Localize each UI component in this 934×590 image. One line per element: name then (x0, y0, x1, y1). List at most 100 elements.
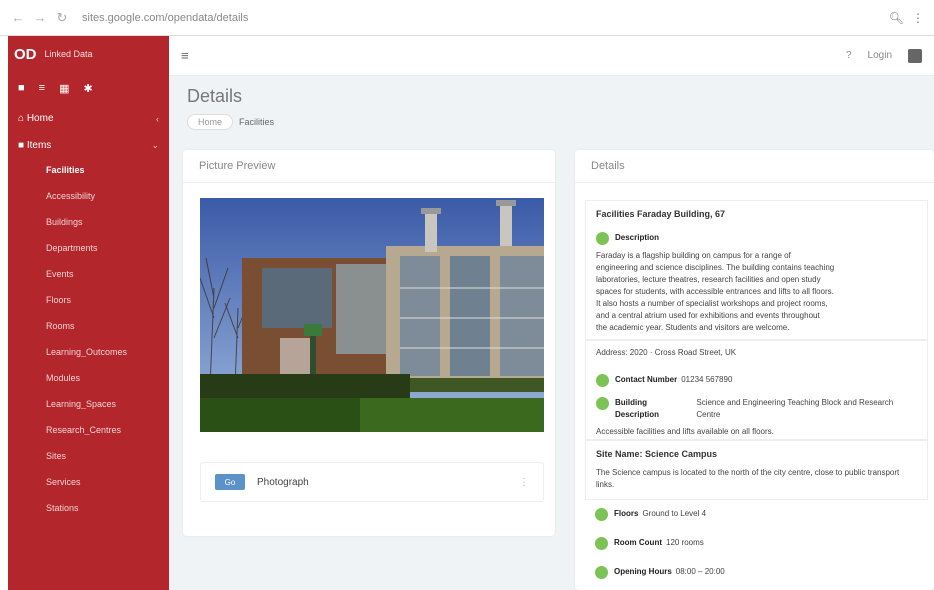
sidebar-item[interactable]: Learning_Spaces (8, 393, 169, 419)
details-badges: Floors Ground to Level 4 Room Count 120 roo… (585, 500, 928, 590)
badge-label: Room Count (614, 538, 662, 547)
badge-label: Opening Hours (614, 567, 672, 576)
user-icon[interactable] (908, 48, 922, 63)
go-button[interactable]: Go (215, 474, 245, 490)
sidebar-item[interactable]: Departments (8, 237, 169, 263)
sidebar-item[interactable]: Services (8, 471, 169, 497)
green-dot-icon (595, 537, 608, 550)
more-icon[interactable]: ⋮ (912, 11, 924, 25)
breadcrumb-current: Facilities (239, 117, 275, 127)
sidebar-item[interactable]: Rooms (8, 315, 169, 341)
description-text: Faraday is a flagship building on campus… (586, 250, 927, 334)
details-panel: Details Facilities Faraday Building, 67 … (575, 150, 934, 590)
chevron-down-icon: ⌄ (151, 140, 159, 150)
sidebar-item[interactable]: Learning_Outcomes (8, 341, 169, 367)
detail-row-label: Contact Number (615, 375, 678, 384)
breadcrumb-home[interactable]: Home (187, 114, 234, 130)
brand[interactable]: OD Linked Data (8, 36, 169, 72)
details-card-address: Address: 2020 · Cross Road Street, UK Co… (585, 340, 928, 440)
sidebar-quick-icons: ■ ≡ ▦ ✱ (8, 72, 169, 105)
sidebar-section-items[interactable]: ■ Items ⌄ (8, 132, 169, 159)
login-button[interactable]: Login (868, 50, 892, 61)
green-dot-icon (596, 232, 609, 245)
badge-text: 08:00 – 20:00 (675, 567, 725, 576)
green-dot-icon (595, 508, 608, 521)
chevron-left-icon: ‹ (156, 113, 159, 124)
facility-title: Facilities Faraday Building, 67 (596, 209, 726, 219)
more-options-icon[interactable]: ⋮ (519, 477, 529, 488)
menu-icon[interactable]: ≡ (181, 48, 189, 63)
details-card-site: Site Name: Science Campus The Science ca… (585, 440, 928, 500)
top-bar: ≡ ? Login (169, 36, 934, 76)
detail-row: Building Description Science and Engineer… (586, 392, 927, 426)
description-row: Description (586, 227, 927, 250)
sidebar-item[interactable]: Floors (8, 289, 169, 315)
badge-row: Room Count 120 rooms (585, 529, 928, 558)
page-title: Details (187, 86, 243, 106)
sidebar-home-label: Home (26, 113, 54, 124)
sidebar-item-home[interactable]: ⌂ Home ‹ (8, 105, 169, 132)
picture-footer: Go Photograph ⋮ (200, 462, 544, 502)
green-dot-icon (596, 374, 609, 387)
picture-panel: Picture Preview Go Photograph ⋮ (183, 150, 555, 536)
badge-row: Floors Ground to Level 4 (585, 500, 928, 529)
settings-icon[interactable]: ✱ (83, 82, 92, 95)
home-icon[interactable]: ■ (18, 82, 25, 95)
back-icon[interactable]: ← (10, 10, 26, 26)
forward-icon[interactable]: → (32, 10, 48, 26)
site-title: Site Name: Science Campus (596, 449, 718, 459)
badge-list: Floors Ground to Level 4 Room Count 120 roo… (585, 500, 928, 587)
main-content: Details Home Facilities Picture Preview (169, 76, 934, 590)
description-line: laboratories, lecture theatres, research… (596, 275, 821, 284)
description-label: Description (615, 233, 660, 242)
home-nav-icon: ⌂ (18, 113, 27, 124)
detail-row-label: Building Description (615, 398, 660, 419)
site-text: The Science campus is located to the nor… (586, 467, 927, 491)
sidebar-item[interactable]: Facilities (8, 159, 169, 185)
address-bar[interactable]: sites.google.com/opendata/details (82, 12, 889, 24)
description-line: the academic year. Students and visitors… (596, 323, 790, 332)
site-line: The Science campus is located to the nor… (596, 468, 900, 477)
description-line: and a central atrium used for exhibition… (596, 311, 820, 320)
topbar-actions: ? Login (846, 48, 922, 63)
detail-row: Contact Number 01234 567890 (586, 369, 927, 392)
description-line: It also hosts a number of specialist wor… (596, 299, 828, 308)
sidebar-item[interactable]: Research_Centres (8, 419, 169, 445)
address-tail: Accessible facilities and lifts availabl… (596, 427, 774, 436)
grid-icon[interactable]: ▦ (59, 82, 69, 95)
browser-actions: 🔍︎ ⋮ (889, 11, 924, 25)
photo-label: Photograph (257, 476, 309, 488)
green-dot-icon (595, 566, 608, 579)
brand-logo: OD (14, 45, 37, 63)
sidebar: OD Linked Data ■ ≡ ▦ ✱ ⌂ Home ‹ ■ Items … (8, 36, 169, 590)
sidebar-item[interactable]: Accessibility (8, 185, 169, 211)
help-button[interactable]: ? (846, 50, 852, 61)
badge-text: Ground to Level 4 (642, 509, 707, 518)
list-icon[interactable]: ≡ (39, 82, 45, 95)
folder-icon: ■ (18, 140, 27, 151)
reload-icon[interactable]: ↻ (54, 10, 70, 26)
green-dot-icon (596, 397, 609, 410)
badge-text: 120 rooms (666, 538, 704, 547)
sidebar-item[interactable]: Modules (8, 367, 169, 393)
building-photo (200, 198, 544, 432)
address-rows: Contact Number 01234 567890 Building Descr… (586, 369, 927, 426)
breadcrumb: Home Facilities (187, 114, 274, 130)
address-text: Address: 2020 · Cross Road Street, UK (596, 348, 737, 357)
search-icon[interactable]: 🔍︎ (889, 11, 904, 25)
details-card-facility: Facilities Faraday Building, 67 Descript… (585, 200, 928, 340)
sidebar-item[interactable]: Stations (8, 497, 169, 523)
detail-row-text: 01234 567890 (681, 375, 733, 384)
sidebar-section-label: Items (26, 140, 52, 151)
badge-row: Opening Hours 08:00 – 20:00 (585, 558, 928, 587)
picture-panel-heading: Picture Preview (183, 150, 555, 183)
sidebar-item[interactable]: Sites (8, 445, 169, 471)
sidebar-item[interactable]: Buildings (8, 211, 169, 237)
site-line: links. (596, 480, 615, 489)
description-line: spaces for students, with accessible ent… (596, 287, 834, 296)
sidebar-item[interactable]: Events (8, 263, 169, 289)
details-heading: Details (575, 150, 934, 183)
description-line: Faraday is a flagship building on campus… (596, 251, 791, 260)
browser-toolbar: ← → ↻ sites.google.com/opendata/details … (0, 0, 934, 36)
brand-name: Linked Data (44, 49, 93, 59)
